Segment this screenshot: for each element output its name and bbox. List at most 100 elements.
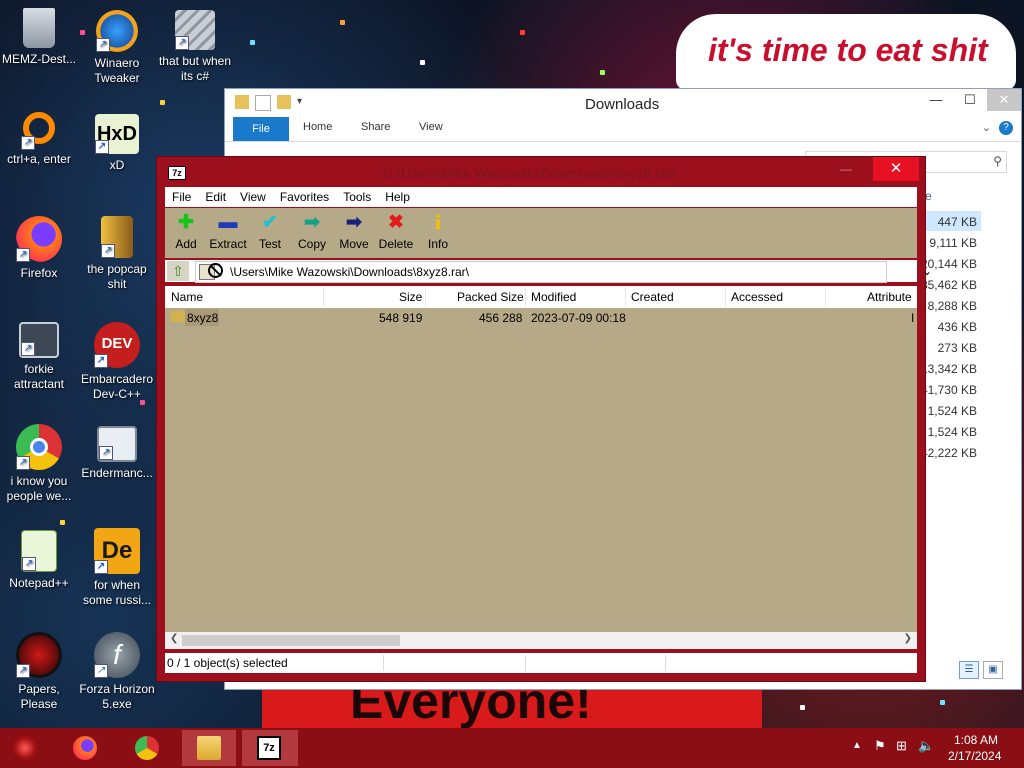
move-button[interactable]: ➡ Move bbox=[333, 208, 375, 258]
desktop-icon-forza[interactable]: f ↗ Forza Horizon 5.exe bbox=[78, 632, 156, 712]
table-row[interactable]: 8xyz8 548 919 456 288 2023-07-09 00:18 I bbox=[165, 308, 917, 328]
file-size: 85,462 KB bbox=[920, 278, 977, 292]
taskbar-file-explorer[interactable] bbox=[182, 730, 236, 766]
close-button[interactable]: ✕ bbox=[987, 89, 1021, 111]
status-selection-count: 0 / 1 object(s) selected bbox=[167, 656, 288, 670]
desktop-icon-label: Embarcadero Dev-C++ bbox=[80, 372, 154, 401]
close-button[interactable]: ✕ bbox=[873, 157, 919, 181]
copy-arrow-icon: ➡ bbox=[304, 212, 320, 233]
column-divider[interactable] bbox=[825, 288, 826, 306]
column-divider[interactable] bbox=[425, 288, 426, 306]
winaero-tweaker-icon: ↗ bbox=[96, 10, 138, 52]
add-button[interactable]: ✚ Add bbox=[165, 208, 207, 258]
folder-up-button[interactable]: ⇧ bbox=[167, 261, 189, 281]
clock-date[interactable]: 2/17/2024 bbox=[948, 749, 1001, 763]
column-divider[interactable] bbox=[725, 288, 726, 306]
desktop-icon-forkie[interactable]: ↗ forkie attractant bbox=[0, 322, 78, 392]
tab-file[interactable]: File bbox=[233, 117, 289, 141]
column-created[interactable]: Created bbox=[631, 290, 674, 304]
tab-share[interactable]: Share bbox=[361, 121, 390, 133]
copy-button[interactable]: ➡ Copy bbox=[291, 208, 333, 258]
desktop-icon-ctrl-a-enter[interactable]: ↗ ctrl+a, enter bbox=[0, 112, 78, 167]
delete-button[interactable]: ✖ Delete bbox=[375, 208, 417, 258]
column-divider[interactable] bbox=[323, 288, 324, 306]
sevenzip-logo-icon: 7z bbox=[257, 736, 281, 760]
clock-time[interactable]: 1:08 AM bbox=[954, 733, 998, 747]
address-input[interactable]: \Users\Mike Wazowski\Downloads\8xyz8.rar… bbox=[195, 261, 932, 283]
sevenzip-window[interactable]: 7z C:\Users\Mike Wazowski\Downloads\8xyz… bbox=[156, 156, 932, 682]
desktop-icon-papers-please[interactable]: ↗ Papers, Please bbox=[0, 632, 78, 712]
network-icon[interactable]: ⊞ bbox=[896, 738, 907, 754]
explorer-titlebar[interactable]: ▾ Downloads — ☐ ✕ bbox=[225, 89, 1021, 117]
desktop-icon-notepadpp[interactable]: ↗ Notepad++ bbox=[0, 530, 78, 591]
new-folder-icon[interactable] bbox=[277, 95, 291, 109]
file-name: 8xyz8 bbox=[187, 311, 219, 325]
start-button[interactable] bbox=[2, 730, 48, 766]
volume-muted-icon[interactable]: 🔈 bbox=[918, 738, 934, 754]
info-button[interactable]: i Info bbox=[417, 208, 459, 258]
qat-dropdown-icon[interactable]: ▾ bbox=[297, 95, 311, 109]
column-divider[interactable] bbox=[525, 288, 526, 306]
firefox-icon: ↗ bbox=[16, 216, 62, 262]
copy-label: Copy bbox=[297, 237, 326, 251]
desktop-icon-chrome[interactable]: ↗ i know you people we... bbox=[0, 424, 78, 504]
tab-home[interactable]: Home bbox=[303, 121, 332, 133]
minimize-button[interactable]: — bbox=[919, 89, 953, 111]
large-icons-view-icon[interactable]: ▣ bbox=[983, 661, 1003, 679]
extract-button[interactable]: ▬ Extract bbox=[207, 208, 249, 258]
desktop-icon-that-but-when[interactable]: ↗ that but when its c# bbox=[156, 10, 234, 84]
desktop-icon-firefox[interactable]: ↗ Firefox bbox=[0, 216, 78, 281]
new-document-icon[interactable] bbox=[255, 95, 271, 111]
desktop-icon-memz[interactable]: MEMZ-Dest... bbox=[0, 8, 78, 67]
shortcut-arrow-icon: ↗ bbox=[94, 354, 108, 368]
status-divider bbox=[525, 655, 526, 671]
column-packed-size[interactable]: Packed Size bbox=[457, 290, 524, 304]
desktop-icon-de[interactable]: De ↗ for when some russi... bbox=[78, 528, 156, 608]
menu-favorites[interactable]: Favorites bbox=[273, 190, 336, 204]
column-size[interactable]: Size bbox=[399, 290, 422, 304]
column-attributes[interactable]: Attribute bbox=[867, 290, 912, 304]
taskbar-chrome[interactable] bbox=[124, 730, 170, 766]
desktop-icon-endermanc[interactable]: ↗ Endermanc... bbox=[78, 426, 156, 481]
column-divider[interactable] bbox=[625, 288, 626, 306]
scroll-right-icon[interactable]: ❯ bbox=[904, 633, 912, 644]
menu-view[interactable]: View bbox=[233, 190, 273, 204]
horizontal-scrollbar[interactable]: ❮ ❯ bbox=[165, 632, 917, 649]
taskbar-7zip[interactable]: 7z bbox=[242, 730, 298, 766]
action-center-flag-icon[interactable]: ⚑ bbox=[874, 738, 886, 754]
tab-view[interactable]: View bbox=[419, 121, 443, 133]
wallpaper-confetti bbox=[250, 40, 255, 45]
desktop-icon-popcap[interactable]: ↗ the popcap shit bbox=[78, 216, 156, 292]
test-button[interactable]: ✔ Test bbox=[249, 208, 291, 258]
desktop-icon-devcpp[interactable]: DEV ↗ Embarcadero Dev-C++ bbox=[78, 322, 156, 402]
maximize-button[interactable]: ☐ bbox=[953, 89, 987, 111]
minimize-button[interactable]: — bbox=[831, 159, 861, 179]
file-list[interactable]: Name Size Packed Size Modified Created A… bbox=[165, 286, 917, 649]
file-size: 436 KB bbox=[937, 320, 977, 334]
scroll-left-icon[interactable]: ❮ bbox=[170, 633, 178, 644]
chevron-down-icon[interactable]: ⌄ bbox=[922, 264, 932, 278]
chevron-down-icon[interactable]: ⌄ bbox=[982, 121, 991, 134]
menu-help[interactable]: Help bbox=[378, 190, 417, 204]
help-icon[interactable]: ? bbox=[999, 121, 1013, 135]
desktop-icon-label: Notepad++ bbox=[9, 576, 69, 590]
size-column-header[interactable]: e bbox=[925, 189, 932, 203]
file-size: 8,288 KB bbox=[927, 299, 977, 313]
menu-tools[interactable]: Tools bbox=[336, 190, 378, 204]
menu-file[interactable]: File bbox=[165, 190, 198, 204]
scrollbar-thumb[interactable] bbox=[182, 635, 400, 646]
column-accessed[interactable]: Accessed bbox=[731, 290, 783, 304]
wallpaper-confetti bbox=[940, 700, 945, 705]
taskbar-firefox[interactable] bbox=[62, 730, 108, 766]
menu-edit[interactable]: Edit bbox=[198, 190, 233, 204]
details-view-icon[interactable]: ☰ bbox=[959, 661, 979, 679]
file-attributes: I bbox=[911, 311, 915, 325]
show-hidden-icons-icon[interactable]: ▲ bbox=[852, 740, 862, 751]
column-modified[interactable]: Modified bbox=[531, 290, 576, 304]
sevenzip-titlebar[interactable]: 7z C:\Users\Mike Wazowski\Downloads\8xyz… bbox=[157, 157, 925, 187]
desktop-icon-winaero[interactable]: ↗ Winaero Tweaker bbox=[78, 10, 156, 86]
folder-properties-icon[interactable] bbox=[235, 95, 249, 109]
column-name[interactable]: Name bbox=[171, 290, 203, 304]
file-size: 9,111 KB bbox=[929, 236, 977, 250]
desktop-icon-xd[interactable]: HxD ↗ xD bbox=[78, 114, 156, 173]
